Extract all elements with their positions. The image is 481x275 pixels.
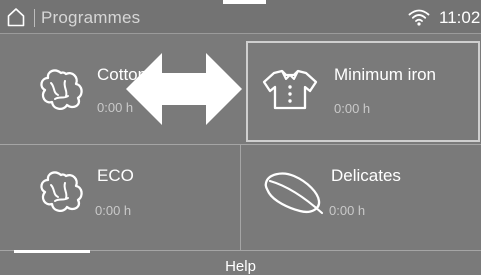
pull-down-tab[interactable] xyxy=(223,0,266,4)
feather-icon xyxy=(264,172,324,215)
grid-divider xyxy=(240,145,241,250)
page-indicator xyxy=(14,250,90,253)
cotton-icon xyxy=(40,171,83,212)
home-icon[interactable] xyxy=(7,7,25,27)
page-title: Programmes xyxy=(41,8,141,27)
programme-duration: 0:00 h xyxy=(95,203,132,218)
swipe-arrow-icon xyxy=(126,53,242,125)
cotton-icon xyxy=(40,69,83,110)
programme-tile-minimum-iron[interactable]: Minimum iron 0:00 h xyxy=(246,41,480,142)
shirt-icon xyxy=(262,69,318,110)
clock-time: 11:02 xyxy=(439,8,481,27)
help-button[interactable]: Help xyxy=(0,258,481,275)
wifi-icon xyxy=(408,9,430,26)
programme-duration: 0:00 h xyxy=(329,203,366,218)
status-separator xyxy=(34,9,35,27)
programme-label: ECO xyxy=(97,166,134,185)
status-bar: Programmes 11:02 xyxy=(0,0,481,34)
programme-tile-eco[interactable]: ECO 0:00 h xyxy=(0,145,240,250)
programme-duration: 0:00 h xyxy=(334,101,371,116)
programme-tile-delicates[interactable]: Delicates 0:00 h xyxy=(241,145,481,250)
programme-label: Delicates xyxy=(331,166,401,185)
programme-label: Minimum iron xyxy=(334,65,437,84)
